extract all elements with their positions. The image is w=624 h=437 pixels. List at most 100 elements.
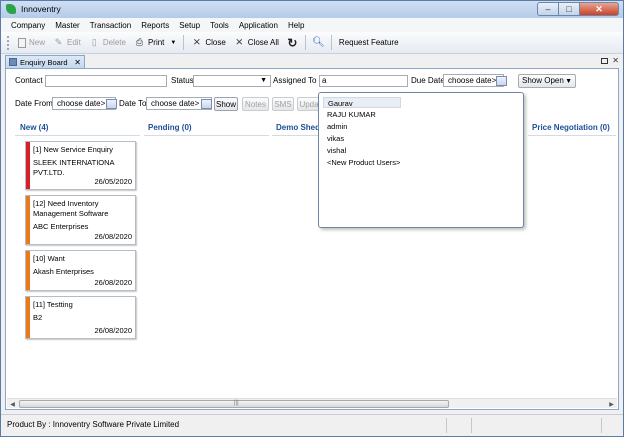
card-company: B2 <box>33 313 43 322</box>
chevron-down-icon: ▼ <box>170 39 177 46</box>
scrollbar-grip-icon: ||| <box>234 400 239 406</box>
menu-application[interactable]: Application <box>234 21 283 30</box>
edit-icon: ✎ <box>54 37 63 47</box>
column-divider <box>144 135 269 136</box>
status-separator <box>446 418 447 433</box>
close-all-label: Close All <box>247 38 279 47</box>
sms-button[interactable]: SMS <box>272 97 294 111</box>
close-icon[interactable]: ✕ <box>612 56 619 65</box>
refresh-button[interactable]: ↻ <box>283 34 302 52</box>
horizontal-scrollbar[interactable]: ◀ ||| ▶ <box>7 398 617 408</box>
enquiry-card[interactable]: [11] Testting B2 26/08/2020 <box>25 296 136 339</box>
calendar-icon[interactable] <box>496 76 507 86</box>
close-all-icon: ⨯ <box>235 36 244 48</box>
status-text: Product By : Innoventry Software Private… <box>7 420 180 429</box>
enquiry-card[interactable]: [1] New Service Enquiry SLEEK INTERNATIO… <box>25 141 136 190</box>
menu-transaction[interactable]: Transaction <box>85 21 137 30</box>
dropdown-option-new-product-users[interactable]: <New Product Users> <box>323 157 423 168</box>
dropdown-option-admin[interactable]: admin <box>323 121 401 132</box>
minimize-icon: – <box>545 3 551 14</box>
new-button[interactable]: New <box>14 34 49 52</box>
refresh-icon: ↻ <box>287 35 298 50</box>
date-from-label: Date From <box>15 99 53 108</box>
contact-label: Contact <box>15 76 43 85</box>
delete-button-label: Delete <box>102 38 126 47</box>
delete-button[interactable]: ▯ Delete <box>85 34 130 52</box>
menu-reports[interactable]: Reports <box>136 21 174 30</box>
close-tab-button[interactable]: ⨯ Close <box>187 34 229 52</box>
close-all-button[interactable]: ⨯ Close All <box>230 34 283 52</box>
app-logo-icon <box>6 4 16 14</box>
due-date-picker[interactable]: choose date> <box>443 74 504 87</box>
card-date: 26/08/2020 <box>94 326 132 335</box>
show-open-select[interactable]: Show Open ▼ <box>518 74 576 88</box>
dropdown-option-vikas[interactable]: vikas <box>323 133 401 144</box>
toolbar-grip[interactable] <box>7 35 10 50</box>
menu-help[interactable]: Help <box>283 21 309 30</box>
print-button-label: Print <box>147 38 165 47</box>
card-date: 26/08/2020 <box>94 232 132 241</box>
new-button-label: New <box>29 38 46 47</box>
column-divider <box>528 135 616 136</box>
maximize-icon: □ <box>566 3 572 14</box>
priority-stripe <box>26 142 30 189</box>
restore-icon[interactable] <box>601 58 609 64</box>
search-button[interactable]: 🔍︎ <box>309 34 328 52</box>
tab-strip: Enquiry Board ✕ ✕ <box>5 55 619 68</box>
priority-stripe <box>26 297 30 338</box>
enquiry-card[interactable]: [10] Want Akash Enterprises 26/08/2020 <box>25 250 136 291</box>
toolbar: New ✎ Edit ▯ Delete ⎙ Print ▼ ⨯ Close ⨯ … <box>1 32 623 54</box>
dropdown-option-raju-kumar[interactable]: RAJU KUMAR <box>323 109 401 120</box>
date-to-label: Date To <box>119 99 147 108</box>
card-date: 26/08/2020 <box>94 278 132 287</box>
menu-setup[interactable]: Setup <box>174 21 205 30</box>
assigned-to-input[interactable]: a <box>319 75 408 87</box>
edit-button[interactable]: ✎ Edit <box>49 34 85 52</box>
assigned-to-dropdown: Gaurav RAJU KUMAR admin vikas vishal <Ne… <box>318 92 524 228</box>
status-bar: Product By : Innoventry Software Private… <box>1 414 623 436</box>
priority-stripe <box>26 251 30 290</box>
chevron-down-icon: ▼ <box>260 77 267 84</box>
dropdown-option-vishal[interactable]: vishal <box>323 145 401 156</box>
maximize-button[interactable]: □ <box>558 2 579 16</box>
show-button[interactable]: Show <box>214 97 238 111</box>
tab-close-icon[interactable]: ✕ <box>74 58 81 67</box>
request-feature-button[interactable]: Request Feature <box>335 34 403 52</box>
status-separator <box>471 418 472 433</box>
card-title: [1] New Service Enquiry <box>33 145 114 154</box>
menu-master[interactable]: Master <box>50 21 84 30</box>
scroll-left-icon[interactable]: ◀ <box>8 400 17 408</box>
menu-company[interactable]: Company <box>6 21 50 30</box>
scroll-right-icon[interactable]: ▶ <box>607 400 616 408</box>
status-label: Status <box>171 76 194 85</box>
notes-button[interactable]: Notes <box>242 97 269 111</box>
column-divider <box>272 135 320 136</box>
printer-icon: ⎙ <box>135 37 144 47</box>
card-company: Akash Enterprises <box>33 267 94 276</box>
minimize-button[interactable]: – <box>537 2 558 16</box>
close-window-button[interactable]: ✕ <box>579 2 619 16</box>
menu-bar: Company Master Transaction Reports Setup… <box>1 18 623 32</box>
card-title: [11] Testting <box>33 300 73 309</box>
status-select[interactable]: ▼ <box>193 75 271 87</box>
date-to-value: choose date> <box>151 99 200 108</box>
delete-icon: ▯ <box>91 37 97 47</box>
print-button[interactable]: ⎙ Print ▼ <box>130 34 180 52</box>
enquiry-card[interactable]: [12] Need Inventory Management Software … <box>25 195 136 245</box>
menu-tools[interactable]: Tools <box>205 21 234 30</box>
show-button-label: Show <box>215 99 236 109</box>
request-feature-label: Request Feature <box>338 38 399 47</box>
priority-stripe <box>26 196 30 244</box>
date-from-value: choose date> <box>57 99 106 108</box>
notes-button-label: Notes <box>245 99 266 109</box>
dropdown-option-gaurav[interactable]: Gaurav <box>323 97 401 108</box>
window-title: Innoventry <box>21 4 61 14</box>
status-separator <box>601 418 602 433</box>
tab-label: Enquiry Board <box>20 57 68 67</box>
tab-enquiry-board[interactable]: Enquiry Board ✕ <box>5 55 85 68</box>
calendar-icon[interactable] <box>201 99 212 109</box>
card-date: 26/05/2020 <box>94 177 132 186</box>
contact-input[interactable] <box>45 75 167 87</box>
calendar-icon[interactable] <box>106 99 117 109</box>
toolbar-separator <box>183 35 185 50</box>
